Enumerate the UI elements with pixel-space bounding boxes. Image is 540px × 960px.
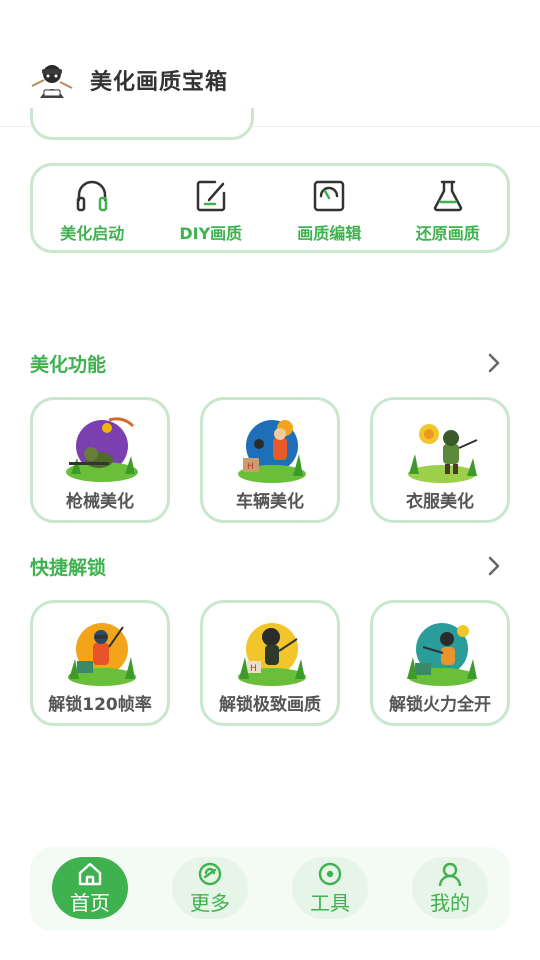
firepower-soldier-illustration: [407, 623, 477, 686]
vehicle-beautify-card[interactable]: H 车辆美化: [200, 397, 340, 523]
circle-dot-icon: [318, 862, 342, 886]
unlock-120fps-card[interactable]: 解锁120帧率: [30, 600, 170, 726]
scrolled-banner-pill[interactable]: [30, 108, 254, 140]
clothing-beautify-card[interactable]: 衣服美化: [370, 397, 510, 523]
flask-icon: [433, 180, 462, 212]
unlock-ultra-quality-label: 解锁极致画质: [219, 695, 321, 715]
chevron-right-icon[interactable]: [484, 555, 504, 577]
tab-mine-label: 我的: [430, 891, 470, 915]
quick-quality-edit-label: 画质编辑: [297, 224, 362, 243]
tab-tools[interactable]: 工具: [292, 857, 368, 919]
unlock-120fps-label: 解锁120帧率: [48, 695, 152, 715]
home-icon: [78, 862, 102, 886]
tab-tools-label: 工具: [310, 891, 350, 915]
vehicle-character-illustration: H: [238, 420, 306, 483]
unlock-full-firepower-label: 解锁火力全开: [389, 695, 491, 715]
tab-mine[interactable]: 我的: [412, 857, 488, 919]
unlock-full-firepower-card[interactable]: 解锁火力全开: [370, 600, 510, 726]
gun-beautify-label: 枪械美化: [66, 492, 134, 512]
fps-soldier-illustration: [68, 623, 136, 686]
tab-home-label: 首页: [70, 891, 110, 915]
compass-icon: [198, 862, 222, 886]
svg-text:H: H: [247, 462, 254, 472]
user-icon: [438, 862, 462, 887]
vehicle-beautify-label: 车辆美化: [236, 492, 304, 512]
quick-beautify-start-button[interactable]: 美化启动: [33, 166, 152, 250]
quick-quality-edit-button[interactable]: 画质编辑: [270, 166, 389, 250]
app-title: 美化画质宝箱: [90, 70, 229, 95]
headphones-icon: [77, 180, 108, 212]
app-logo: [31, 65, 73, 98]
bottom-tab-bar: 首页 更多 工具 我的: [30, 847, 510, 931]
gun-beautify-card[interactable]: 枪械美化: [30, 397, 170, 523]
beautify-section-title: 美化功能: [30, 354, 107, 376]
clothing-beautify-label: 衣服美化: [406, 492, 474, 512]
quick-diy-quality-button[interactable]: DIY画质: [152, 166, 271, 250]
clothing-soldier-illustration: [408, 424, 478, 483]
quick-restore-quality-button[interactable]: 还原画质: [389, 166, 508, 250]
quick-action-bar: 美化启动 DIY画质 画质编辑 还原画质: [30, 163, 510, 253]
unlock-ultra-quality-card[interactable]: H 解锁极致画质: [200, 600, 340, 726]
tab-more-label: 更多: [190, 891, 230, 915]
chevron-right-icon[interactable]: [484, 352, 504, 374]
quick-restore-quality-label: 还原画质: [415, 224, 480, 243]
gauge-icon: [314, 180, 345, 212]
quick-beautify-start-label: 美化启动: [60, 224, 125, 243]
gun-soldier-illustration: [66, 417, 138, 482]
svg-text:H: H: [250, 664, 257, 674]
ultra-quality-soldier-illustration: H: [238, 623, 306, 686]
edit-square-icon: [196, 180, 225, 212]
tab-more[interactable]: 更多: [172, 857, 248, 919]
unlock-section-title: 快捷解锁: [30, 557, 107, 579]
quick-diy-quality-label: DIY画质: [179, 224, 243, 243]
tab-home[interactable]: 首页: [52, 857, 128, 919]
